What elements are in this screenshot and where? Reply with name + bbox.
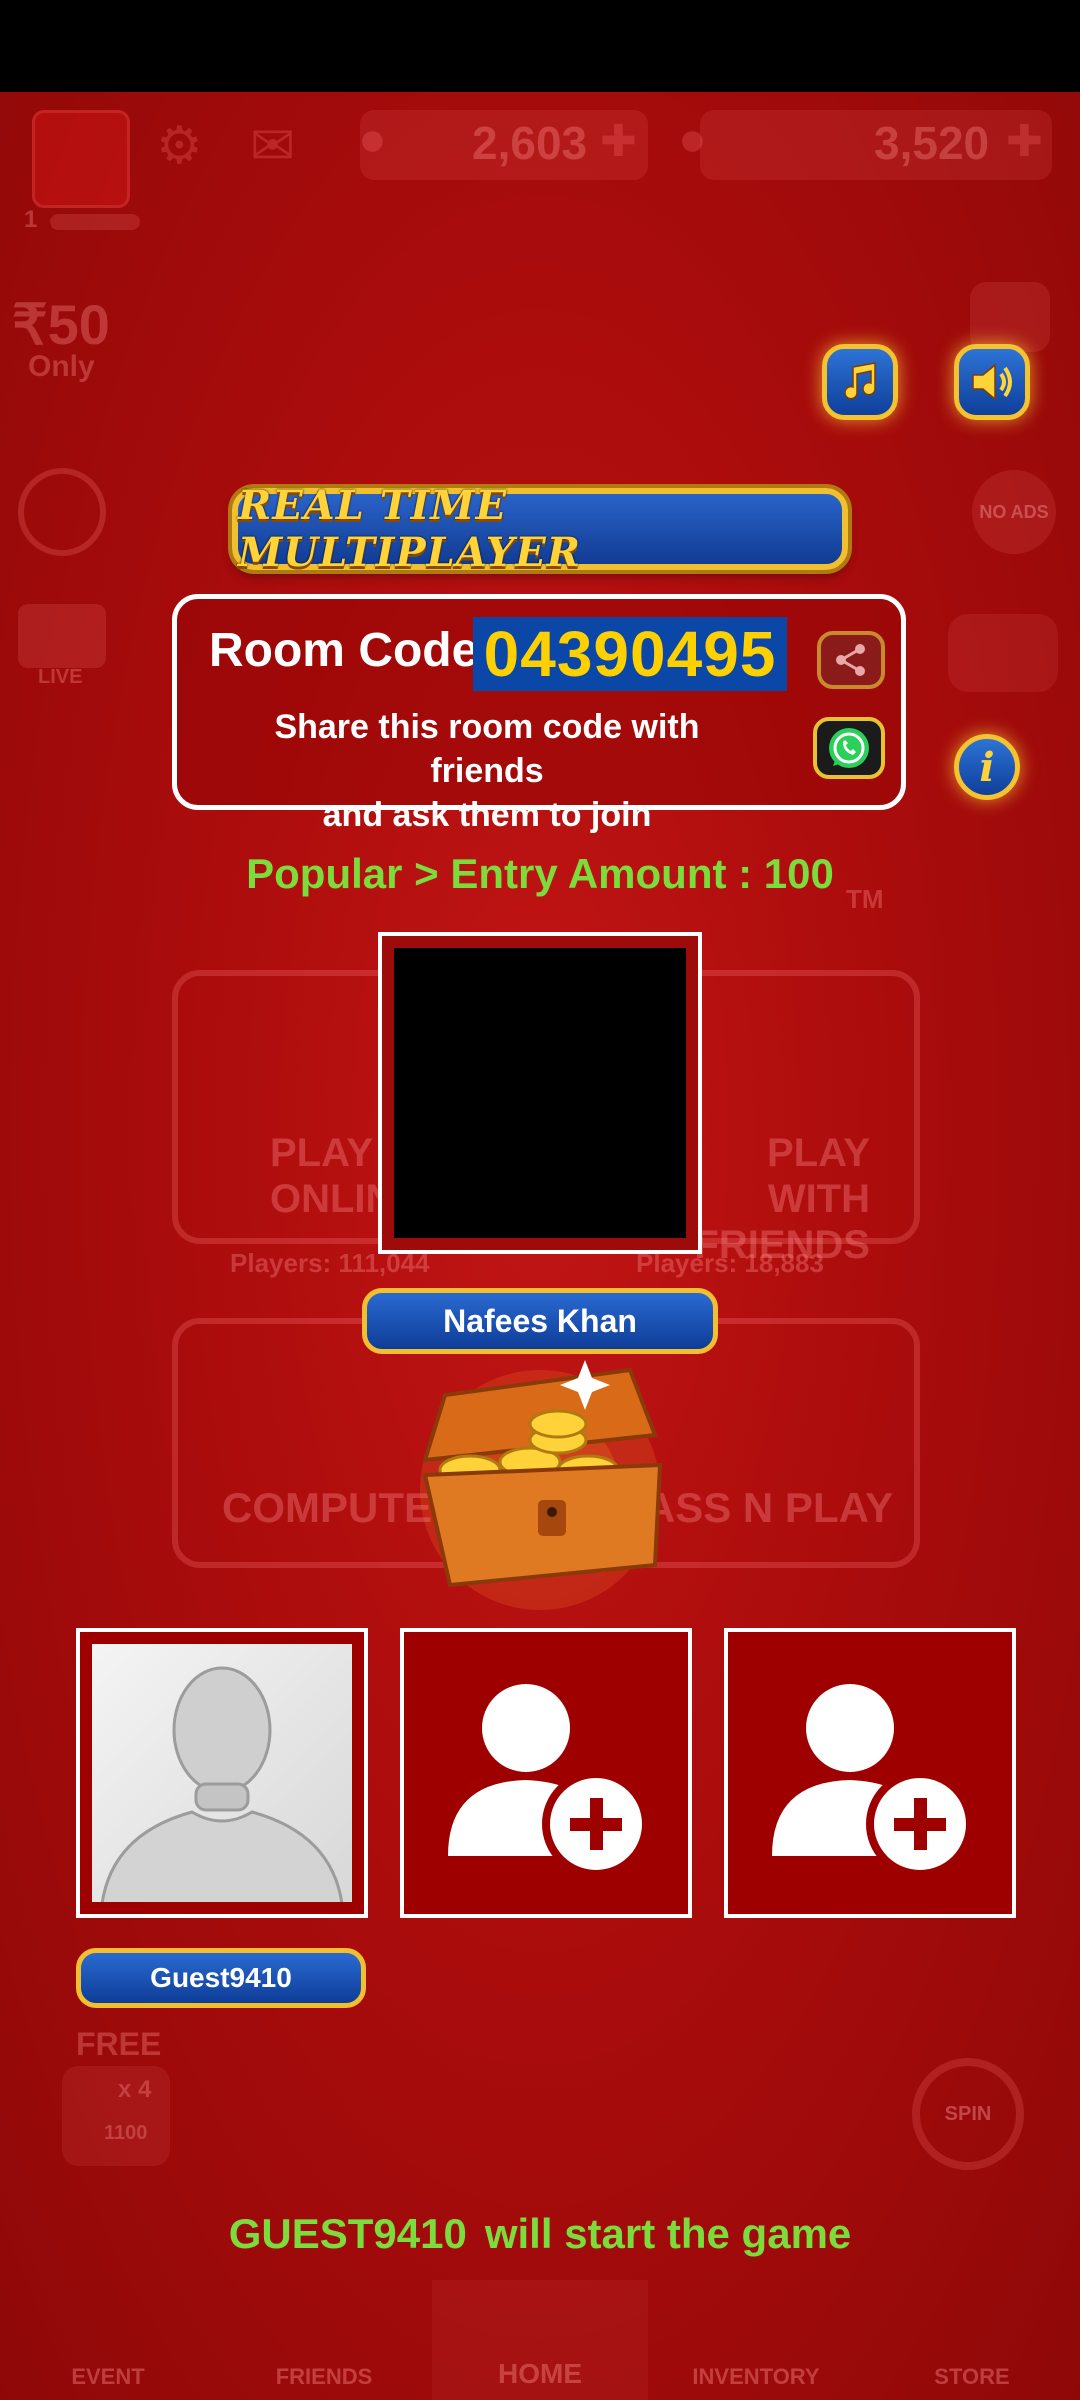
starting-player-name: GUEST9410	[228, 2210, 467, 2257]
info-icon: i	[979, 743, 995, 791]
default-avatar-icon	[100, 1666, 344, 1902]
spin-wheel-icon[interactable]: SPIN	[912, 2058, 1024, 2170]
bottom-nav: EVENT FRIENDS HOME INVENTORY STORE	[0, 2280, 1080, 2400]
nav-home-label: HOME	[498, 2358, 582, 2389]
invite-slot-3[interactable]	[724, 1628, 1016, 1918]
room-hint-line2: and ask them to join	[322, 796, 652, 834]
gem-add-icon[interactable]: ✚	[1006, 116, 1043, 167]
free-label: FREE	[76, 2026, 162, 2062]
room-code-hint: Share this room code with friends and as…	[247, 705, 727, 837]
player-name-pill: Guest9410	[76, 1948, 366, 2008]
nav-event[interactable]: EVENT	[0, 2280, 216, 2400]
room-code-box[interactable]: 04390495	[473, 617, 787, 691]
dialog-title-badge: REAL TIME MULTIPLAYER	[232, 482, 848, 576]
nav-friends[interactable]: FRIENDS	[216, 2280, 432, 2400]
no-ads-badge[interactable]: NO ADS	[972, 470, 1056, 554]
free-ad-reward[interactable]	[62, 2066, 170, 2166]
music-note-icon	[844, 362, 876, 400]
mascot-icon[interactable]	[948, 614, 1058, 692]
room-code-label: Room Code :	[209, 624, 508, 677]
entry-amount-text: Popular > Entry Amount : 100	[246, 850, 834, 897]
player-slot-1	[76, 1628, 368, 1918]
ad-reward: 1100	[104, 2122, 148, 2144]
invite-slot-2[interactable]	[400, 1628, 692, 1918]
nav-inventory[interactable]: INVENTORY	[648, 2280, 864, 2400]
spin-label: SPIN	[944, 2102, 992, 2125]
xp-bar	[50, 214, 140, 230]
profile-avatar-slot[interactable]	[32, 110, 130, 208]
no-ads-label: NO ADS	[979, 501, 1049, 522]
treasure-chest	[330, 1340, 750, 1640]
add-player-icon	[448, 1684, 650, 1878]
speaker-icon	[972, 363, 1012, 401]
coin-add-icon[interactable]: ✚	[600, 116, 637, 167]
nav-friends-label: FRIENDS	[275, 2364, 373, 2389]
gift-icon[interactable]	[970, 282, 1050, 352]
nav-store-label: STORE	[934, 2364, 1010, 2389]
king-badge-icon[interactable]	[18, 468, 106, 556]
host-name: Nafees Khan	[443, 1302, 637, 1339]
share-icon	[836, 644, 865, 676]
ad-count: x 4	[118, 2076, 152, 2103]
nav-inventory-label: INVENTORY	[692, 2364, 820, 2389]
live-icon[interactable]	[18, 604, 106, 668]
share-button[interactable]	[817, 631, 885, 689]
start-game-text: will start the game	[484, 2210, 852, 2257]
info-button[interactable]: i	[954, 734, 1020, 800]
promo-note: Only	[28, 350, 95, 383]
player-name: Guest9410	[150, 1962, 292, 1993]
level-number: 1	[24, 206, 38, 233]
add-player-icon	[772, 1684, 974, 1878]
nav-store[interactable]: STORE	[864, 2280, 1080, 2400]
whatsapp-share-button[interactable]	[813, 717, 885, 779]
coin-value: 2,603	[472, 117, 588, 169]
sound-button[interactable]	[954, 344, 1030, 420]
room-hint-line1: Share this room code with friends	[274, 708, 700, 790]
nav-event-label: EVENT	[71, 2364, 145, 2389]
host-avatar	[394, 948, 686, 1238]
mail-icon[interactable]: ✉	[250, 114, 295, 177]
host-avatar-frame	[378, 932, 702, 1254]
start-game-message: GUEST9410 will start the game	[0, 2210, 1080, 2258]
room-code-panel: Room Code : 04390495 Share this room cod…	[172, 594, 906, 834]
promo-price[interactable]: ₹50	[12, 292, 110, 358]
coin-icon: ●	[358, 113, 387, 166]
dialog-title: REAL TIME MULTIPLAYER	[238, 482, 582, 576]
status-bar	[0, 0, 1080, 92]
gem-value: 3,520	[874, 117, 990, 169]
live-label: LIVE	[38, 666, 83, 688]
player-avatar	[92, 1644, 352, 1902]
room-code-value: 04390495	[483, 618, 777, 690]
whatsapp-icon	[829, 728, 869, 768]
nav-home[interactable]: HOME	[432, 2280, 648, 2400]
gear-icon[interactable]: ⚙	[156, 116, 203, 176]
music-button[interactable]	[822, 344, 898, 420]
gem-icon: ●	[678, 113, 707, 166]
